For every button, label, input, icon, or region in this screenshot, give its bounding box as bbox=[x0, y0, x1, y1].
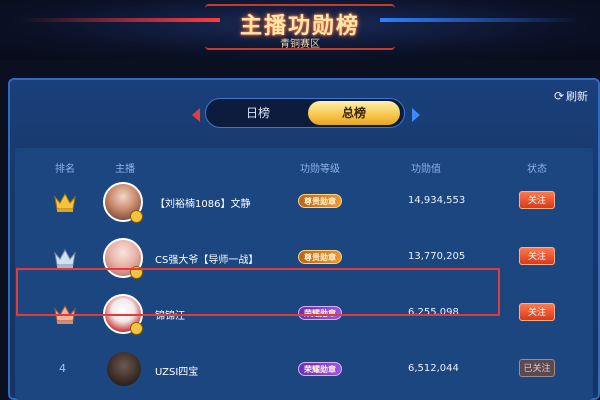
rank-number: 4 bbox=[59, 362, 66, 375]
avatar[interactable] bbox=[107, 352, 141, 386]
tab-daily[interactable]: 日榜 bbox=[212, 101, 304, 125]
tab-switcher: 日榜 总榜 bbox=[205, 98, 405, 128]
follow-button[interactable]: 关注 bbox=[519, 191, 555, 209]
followed-button[interactable]: 已关注 bbox=[519, 359, 555, 377]
anchor-name[interactable]: UZSI四宝 bbox=[155, 363, 198, 378]
refresh-button[interactable]: ⟳ 刷新 bbox=[554, 88, 588, 104]
level-badge: 荣耀勋章 bbox=[298, 362, 342, 376]
column-header-level: 功勋等级 bbox=[300, 164, 340, 175]
tab-arrow-right-icon bbox=[412, 108, 420, 122]
refresh-icon: ⟳ bbox=[553, 89, 564, 103]
follow-button[interactable]: 关注 bbox=[519, 303, 555, 321]
level-badge: 尊贵勋章 bbox=[298, 250, 342, 264]
column-header-rank: 排名 bbox=[55, 164, 75, 175]
tab-arrow-left-icon bbox=[192, 108, 200, 122]
column-header-value: 功勋值 bbox=[411, 164, 441, 175]
highlight-box bbox=[16, 268, 500, 316]
column-header-follow: 状态 bbox=[527, 164, 547, 175]
column-header-anchor: 主播 bbox=[115, 164, 135, 175]
anchor-badge-icon bbox=[130, 210, 143, 223]
gold-crown-icon bbox=[54, 192, 76, 212]
leaderboard-panel: ⟳ 刷新 日榜 总榜 排名 主播 功勋等级 功勋值 状态 【刘裕楠1086】文静 … bbox=[8, 78, 600, 400]
silver-crown-icon bbox=[54, 248, 76, 268]
anchor-badge-icon bbox=[130, 322, 143, 335]
table-row: 4 UZSI四宝 荣耀勋章 6,512,044 已关注 bbox=[15, 346, 593, 398]
merit-value: 6,512,044 bbox=[408, 363, 459, 374]
table-row: 【刘裕楠1086】文静 尊贵勋章 14,934,553 关注 bbox=[15, 178, 593, 230]
follow-button[interactable]: 关注 bbox=[519, 247, 555, 265]
header: 主播功勋榜 青铜赛区 bbox=[0, 0, 600, 60]
tab-total[interactable]: 总榜 bbox=[308, 101, 400, 125]
merit-value: 13,770,205 bbox=[408, 251, 466, 262]
anchor-name[interactable]: 【刘裕楠1086】文静 bbox=[155, 195, 250, 210]
page-subtitle: 青铜赛区 bbox=[280, 39, 320, 50]
level-badge: 尊贵勋章 bbox=[298, 194, 342, 208]
merit-value: 14,934,553 bbox=[408, 195, 466, 206]
refresh-label: 刷新 bbox=[566, 90, 588, 103]
anchor-name[interactable]: CS强大爷【导师一战】 bbox=[155, 251, 258, 266]
